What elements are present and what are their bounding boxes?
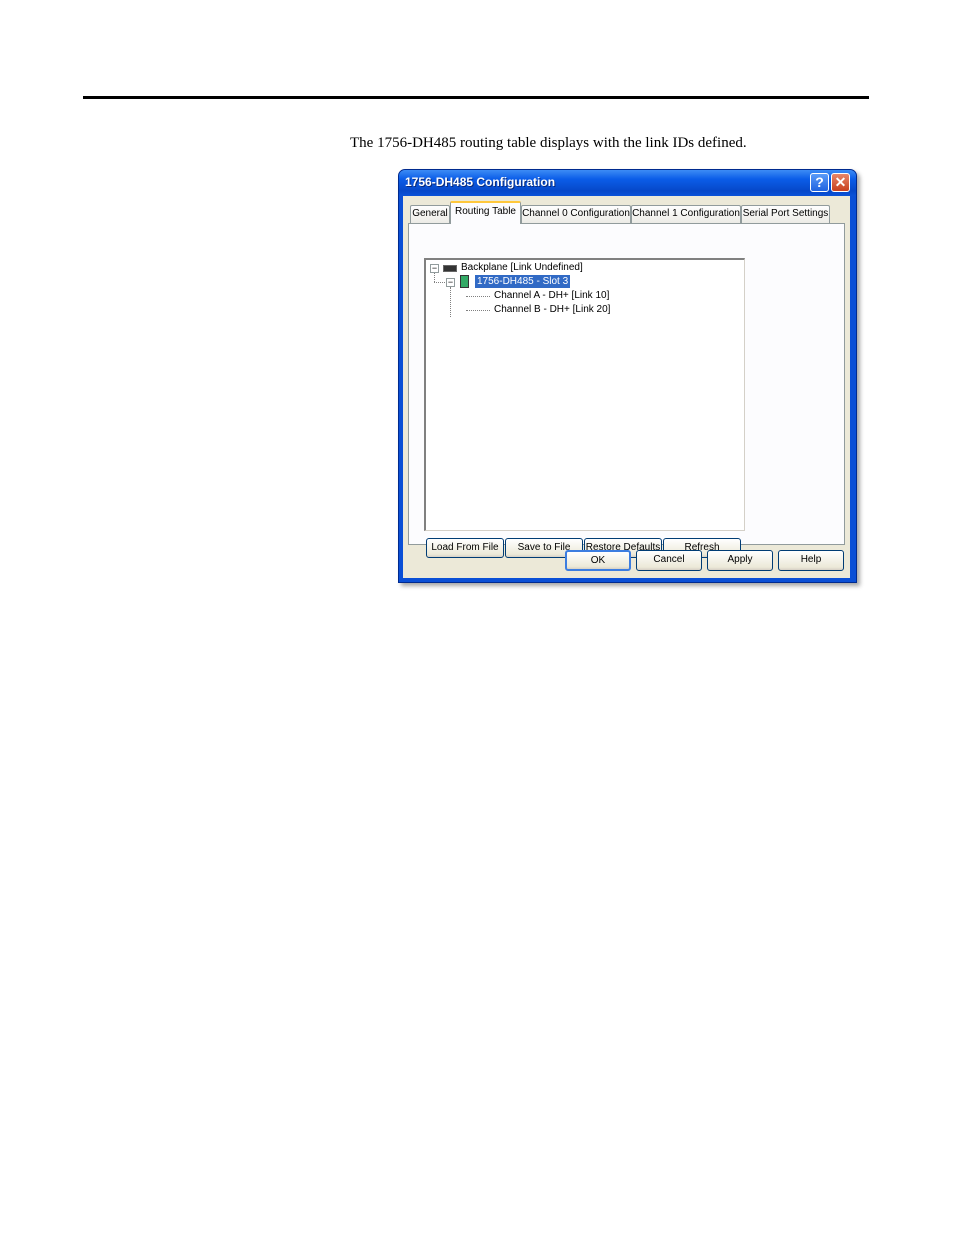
tab-serial-port-settings[interactable]: Serial Port Settings xyxy=(741,205,830,223)
help-icon[interactable]: ? xyxy=(810,173,829,192)
module-icon xyxy=(460,275,469,288)
configuration-dialog: 1756-DH485 Configuration ? ✕ General Rou… xyxy=(398,169,857,583)
load-from-file-button[interactable]: Load From File xyxy=(426,538,504,558)
tree-item-channel-b[interactable]: Channel B - DH+ [Link 20] xyxy=(494,303,610,316)
tree-item-backplane[interactable]: Backplane [Link Undefined] xyxy=(461,261,583,274)
collapse-icon[interactable]: − xyxy=(446,278,455,287)
dialog-client: General Routing Table Channel 0 Configur… xyxy=(403,196,850,578)
tab-channel-1-configuration[interactable]: Channel 1 Configuration xyxy=(631,205,741,223)
apply-button[interactable]: Apply xyxy=(707,550,773,571)
tree-connector xyxy=(466,310,490,311)
cancel-button[interactable]: Cancel xyxy=(636,550,702,571)
header-rule xyxy=(83,96,869,99)
tree-item-module[interactable]: 1756-DH485 - Slot 3 xyxy=(475,275,571,288)
tree-connector xyxy=(450,287,451,317)
tree-connector xyxy=(434,273,435,282)
close-icon[interactable]: ✕ xyxy=(831,173,850,192)
tab-channel-0-configuration[interactable]: Channel 0 Configuration xyxy=(521,205,631,223)
title-bar[interactable]: 1756-DH485 Configuration ? ✕ xyxy=(399,170,856,196)
tab-routing-table[interactable]: Routing Table xyxy=(450,201,521,224)
tree-connector xyxy=(466,296,490,297)
figure-caption: The 1756-DH485 routing table displays wi… xyxy=(350,135,747,151)
tree-item-channel-a[interactable]: Channel A - DH+ [Link 10] xyxy=(494,289,609,302)
routing-table-panel: − Backplane [Link Undefined] − 1756-DH48… xyxy=(408,223,845,558)
tab-general[interactable]: General xyxy=(410,205,450,223)
ok-button[interactable]: OK xyxy=(565,550,631,571)
help-button[interactable]: Help xyxy=(778,550,844,571)
dialog-title: 1756-DH485 Configuration xyxy=(405,175,556,189)
collapse-icon[interactable]: − xyxy=(430,264,439,273)
tree-connector xyxy=(434,282,445,283)
routing-tree[interactable]: − Backplane [Link Undefined] − 1756-DH48… xyxy=(424,258,745,531)
backplane-icon xyxy=(443,265,457,272)
